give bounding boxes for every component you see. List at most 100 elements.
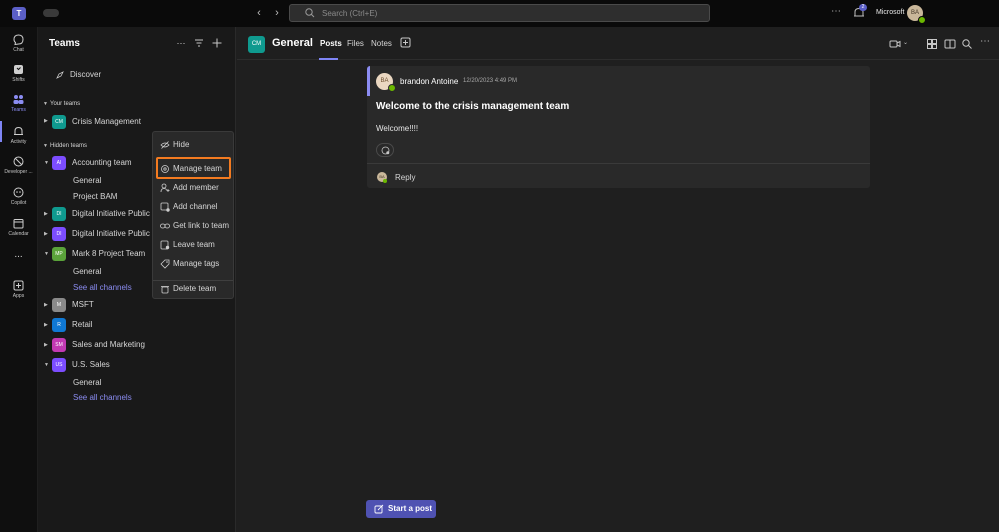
channel-title: General <box>272 37 313 49</box>
team-avatar: CM <box>248 36 265 53</box>
add-icon[interactable] <box>211 37 223 49</box>
rail-item-activity[interactable]: Activity <box>0 123 37 153</box>
post-author[interactable]: brandon Antoine <box>400 77 458 86</box>
menu-item-get-link[interactable]: Get link to team <box>153 217 233 234</box>
pill-badge[interactable] <box>43 9 59 17</box>
team-us-sales[interactable]: U.S. Sales <box>72 360 110 369</box>
rail-label: Activity <box>10 139 27 145</box>
team-retail[interactable]: Retail <box>72 320 92 329</box>
menu-item-delete-team[interactable]: Delete team <box>153 280 233 297</box>
rail-item-chat[interactable]: Chat <box>0 31 37 61</box>
rail-item-apps[interactable]: Apps <box>0 277 37 307</box>
team-avatar: AI <box>52 156 66 170</box>
leave-icon <box>160 240 170 250</box>
team-avatar: US <box>52 358 66 372</box>
team-avatar: SM <box>52 338 66 352</box>
org-name[interactable]: Microsoft <box>876 9 904 16</box>
trash-icon <box>161 286 169 294</box>
post-body: Welcome!!!! <box>376 124 419 133</box>
more-options-icon[interactable]: ⋯ <box>831 6 842 17</box>
post-timestamp: 12/20/2023 4:49 PM <box>463 78 518 84</box>
add-person-icon <box>160 183 170 193</box>
chat-icon <box>13 34 24 46</box>
more-options-icon[interactable]: ⋯ <box>980 36 990 47</box>
team-mark-8[interactable]: Mark 8 Project Team <box>72 249 152 258</box>
team-avatar: DI <box>52 227 66 241</box>
add-channel-icon <box>160 202 170 212</box>
chevron-down-icon[interactable]: ⌄ <box>903 39 908 46</box>
rail-item-shifts[interactable]: Shifts <box>0 61 37 91</box>
back-arrow-icon[interactable]: ‹ <box>252 6 266 20</box>
team-context-menu: Hide Manage team Add member Add channel … <box>152 131 234 299</box>
rail-item-more[interactable]: ... <box>0 249 37 279</box>
see-all-channels-link[interactable]: See all channels <box>73 393 132 402</box>
forward-arrow-icon[interactable]: › <box>270 6 284 20</box>
channel-general[interactable]: General <box>73 267 101 276</box>
team-digital-initiative-2[interactable]: Digital Initiative Public R <box>72 229 152 238</box>
reply-button[interactable]: Reply <box>395 173 415 182</box>
calendar-icon <box>13 219 24 229</box>
add-tab-icon[interactable] <box>400 37 411 48</box>
menu-item-manage-team[interactable]: Manage team <box>153 160 233 177</box>
tab-notes[interactable]: Notes <box>371 39 392 48</box>
team-sales-marketing[interactable]: Sales and Marketing <box>72 340 145 349</box>
more-options-icon[interactable]: ⋯ <box>175 37 187 49</box>
see-all-channels-link[interactable]: See all channels <box>73 283 132 292</box>
menu-item-manage-tags[interactable]: Manage tags <box>153 255 233 272</box>
channel-project-bam[interactable]: Project BAM <box>73 192 117 201</box>
rail-label: Teams <box>11 107 26 113</box>
discover-item[interactable]: Discover <box>55 70 165 82</box>
team-avatar: M <box>52 298 66 312</box>
team-digital-initiative-1[interactable]: Digital Initiative Public R <box>72 209 152 218</box>
apps-icon <box>13 280 24 291</box>
rail-item-teams[interactable]: Teams <box>0 91 37 121</box>
chevron-down-icon[interactable]: ▼ <box>44 160 49 166</box>
meet-video-icon[interactable] <box>889 38 901 50</box>
link-icon <box>160 223 170 229</box>
discover-label: Discover <box>70 70 102 79</box>
menu-item-hide[interactable]: Hide <box>153 136 233 153</box>
presence-available-icon <box>388 84 396 92</box>
rail-item-copilot[interactable]: Copilot <box>0 184 37 214</box>
chevron-down-icon[interactable]: ▼ <box>43 101 48 107</box>
title-bar: T ‹ › Search (Ctrl+E) ⋯ 2 Microsoft BA <box>0 0 999 27</box>
team-avatar: CM <box>52 115 66 129</box>
chevron-right-icon[interactable]: ▶ <box>44 211 48 217</box>
menu-label: Delete team <box>173 284 217 293</box>
menu-label: Add member <box>173 183 219 192</box>
chevron-right-icon[interactable]: ▶ <box>44 342 48 348</box>
start-post-button[interactable]: Start a post <box>366 500 436 518</box>
chevron-right-icon[interactable]: ▶ <box>44 118 48 124</box>
channel-info-icon[interactable] <box>944 38 956 50</box>
section-hidden-teams[interactable]: Hidden teams <box>50 143 87 149</box>
active-tab-indicator <box>319 58 338 60</box>
team-accounting[interactable]: Accounting team <box>72 158 132 167</box>
team-crisis-management[interactable]: Crisis Management <box>72 117 141 126</box>
search-icon[interactable] <box>961 38 973 50</box>
tab-files[interactable]: Files <box>347 39 364 48</box>
menu-item-add-member[interactable]: Add member <box>153 179 233 196</box>
chevron-down-icon[interactable]: ▼ <box>43 143 48 149</box>
menu-item-leave-team[interactable]: Leave team <box>153 236 233 253</box>
chevron-right-icon[interactable]: ▶ <box>44 322 48 328</box>
apps-grid-icon[interactable] <box>926 38 938 50</box>
teams-app-icon: T <box>12 7 26 20</box>
chevron-down-icon[interactable]: ▼ <box>44 362 49 368</box>
channel-general[interactable]: General <box>73 378 101 387</box>
tab-posts[interactable]: Posts <box>320 39 342 48</box>
menu-label: Add channel <box>173 202 218 211</box>
section-your-teams[interactable]: Your teams <box>50 101 80 107</box>
chevron-down-icon[interactable]: ▼ <box>44 251 49 257</box>
chevron-right-icon[interactable]: ▶ <box>44 302 48 308</box>
app-rail: Chat Shifts Teams Activity Developer ...… <box>0 27 37 532</box>
search-input[interactable]: Search (Ctrl+E) <box>289 4 710 22</box>
filter-icon[interactable] <box>193 37 205 49</box>
menu-item-add-channel[interactable]: Add channel <box>153 198 233 215</box>
presence-available-icon <box>383 179 387 183</box>
channel-general[interactable]: General <box>73 176 101 185</box>
rail-item-developer[interactable]: Developer ... <box>0 153 37 183</box>
team-msft[interactable]: MSFT <box>72 300 94 309</box>
rail-item-calendar[interactable]: Calendar <box>0 215 37 245</box>
add-reaction-button[interactable] <box>376 143 394 157</box>
chevron-right-icon[interactable]: ▶ <box>44 231 48 237</box>
